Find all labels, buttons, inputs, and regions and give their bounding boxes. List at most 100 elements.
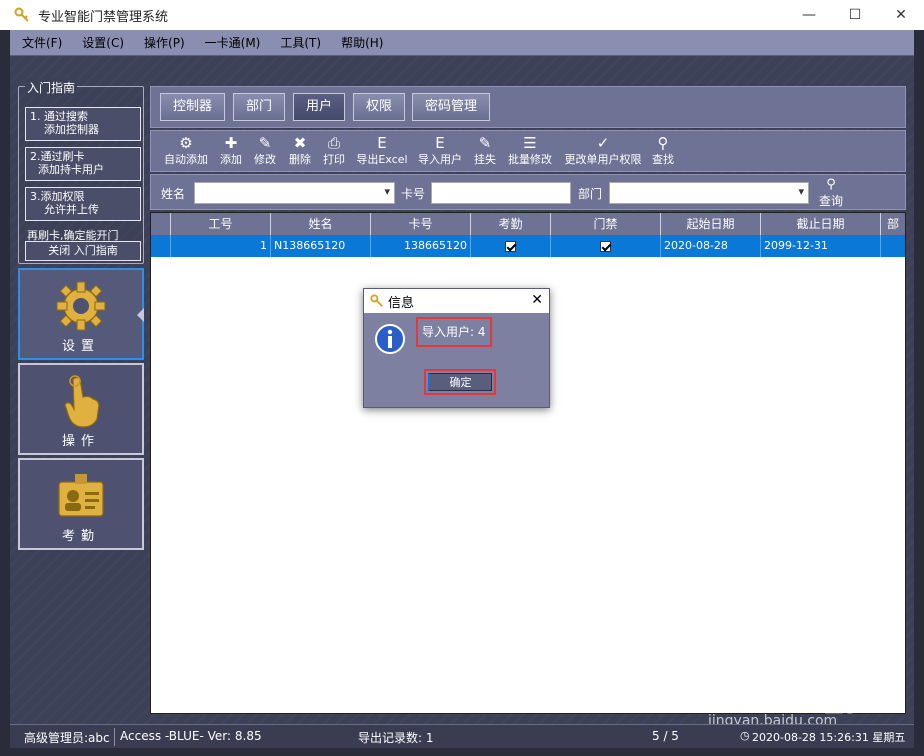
row-header-corner — [151, 213, 171, 235]
printer-icon: ⎙ — [327, 134, 340, 152]
guide-step-add-permission[interactable]: 3.添加权限 允许并上传 — [25, 187, 141, 221]
export-excel-button[interactable]: E 导出Excel — [354, 133, 410, 171]
dept-filter-select[interactable] — [609, 182, 809, 204]
tab-departments[interactable]: 部门 — [233, 93, 285, 121]
delete-button[interactable]: ✖ 删除 — [284, 133, 316, 171]
column-header-end-date[interactable]: 截止日期 — [761, 213, 881, 235]
cell-start-date: 2020-08-28 — [661, 235, 761, 257]
toolbar-label: 挂失 — [474, 153, 496, 166]
column-header-access[interactable]: 门禁 — [551, 213, 661, 235]
cell-access — [551, 235, 661, 257]
toolbar-label: 删除 — [289, 153, 311, 166]
query-button[interactable]: ⚲ 查询 — [813, 177, 849, 209]
id-card-icon — [58, 474, 104, 517]
status-user: 高级管理员:abc — [24, 731, 110, 745]
card-filter-input[interactable] — [431, 182, 571, 204]
menu-file[interactable]: 文件(F) — [10, 30, 70, 56]
cell-name: N138665120 — [271, 235, 371, 257]
print-button[interactable]: ⎙ 打印 — [318, 133, 350, 171]
report-loss-button[interactable]: ✎ 挂失 — [469, 133, 501, 171]
sidebar-settings-button[interactable]: 设置 — [18, 268, 144, 360]
column-header-name[interactable]: 姓名 — [271, 213, 371, 235]
clock-icon: ◷ — [740, 729, 750, 742]
window-frame-bottom — [0, 748, 924, 756]
name-filter-label: 姓名 — [161, 187, 186, 201]
cell-id: 1 — [171, 235, 271, 257]
column-header-card[interactable]: 卡号 — [371, 213, 471, 235]
sidebar-attendance-button[interactable]: 考勤 — [18, 458, 144, 550]
cell-end-date: 2099-12-31 — [761, 235, 881, 257]
menu-operation[interactable]: 操作(P) — [132, 30, 193, 56]
hand-pointer-icon — [64, 375, 100, 428]
status-export-count: 导出记录数: 1 — [358, 731, 434, 745]
tab-permissions[interactable]: 权限 — [353, 93, 405, 121]
info-dialog: 信息 ✕ 导入用户: 4 确定 — [363, 288, 550, 408]
guide-step-add-card-user[interactable]: 2.通过刷卡 添加持卡用户 — [25, 147, 141, 181]
close-guide-button[interactable]: 关闭 入门指南 — [25, 241, 141, 261]
auto-add-icon: ⚙ — [179, 134, 193, 152]
change-user-permission-button[interactable]: ✓ 更改单用户权限 — [561, 133, 645, 171]
sidebar-operation-button[interactable]: 操作 — [18, 363, 144, 455]
window-title: 专业智能门禁管理系统 — [38, 9, 169, 25]
cell-department — [881, 235, 905, 257]
menu-tools[interactable]: 工具(T) — [268, 30, 329, 56]
search-icon: ⚲ — [657, 134, 669, 152]
sidebar-label: 设置 — [61, 339, 100, 354]
toolbar-label: 打印 — [323, 153, 345, 166]
column-header-department[interactable]: 部 — [881, 213, 905, 235]
import-users-button[interactable]: E 导入用户 — [415, 133, 465, 171]
close-window-button[interactable]: ✕ — [878, 0, 924, 30]
batch-edit-button[interactable]: ☰ 批量修改 — [505, 133, 555, 171]
toolbar-label: 导入用户 — [418, 153, 462, 166]
cell-card: 138665120 — [371, 235, 471, 257]
cell-attendance — [471, 235, 551, 257]
guide-step-label: 添加控制器 — [44, 123, 99, 136]
table-header: 工号 姓名 卡号 考勤 门禁 起始日期 截止日期 部 — [151, 213, 905, 235]
attendance-checkbox[interactable] — [505, 240, 516, 252]
name-filter-combobox[interactable] — [194, 182, 395, 204]
ok-button[interactable]: 确定 — [428, 373, 492, 391]
guide-step-label: 3.添加权限 — [30, 190, 85, 203]
filter-bar: 姓名 卡号 部门 ⚲ 查询 — [150, 174, 906, 210]
guide-step-search-controller[interactable]: 1. 通过搜索 添加控制器 — [25, 107, 141, 141]
delete-x-icon: ✖ — [293, 134, 307, 152]
auto-add-button[interactable]: ⚙ 自动添加 — [161, 133, 211, 171]
getting-started-guide: 入门指南 1. 通过搜索 添加控制器 2.通过刷卡 添加持卡用户 3.添加权限 … — [18, 79, 144, 264]
edit-button[interactable]: ✎ 修改 — [249, 133, 281, 171]
row-selector[interactable] — [151, 235, 171, 257]
maximize-button[interactable]: ☐ — [832, 0, 878, 30]
dialog-ok-highlight: 确定 — [424, 369, 496, 395]
query-label: 查询 — [818, 194, 843, 208]
minimize-button[interactable]: — — [786, 0, 832, 30]
dept-filter-label: 部门 — [578, 187, 603, 201]
info-icon — [375, 324, 405, 354]
dialog-close-button[interactable]: ✕ — [531, 292, 543, 308]
column-header-id[interactable]: 工号 — [171, 213, 271, 235]
sidebar-label: 操作 — [61, 434, 100, 449]
column-header-attendance[interactable]: 考勤 — [471, 213, 551, 235]
guide-title: 入门指南 — [25, 79, 78, 96]
user-permission-icon: ✓ — [596, 134, 610, 152]
column-header-start-date[interactable]: 起始日期 — [661, 213, 761, 235]
tab-controllers[interactable]: 控制器 — [160, 93, 225, 121]
report-loss-icon: ✎ — [478, 134, 492, 152]
menu-help[interactable]: 帮助(H) — [329, 30, 391, 56]
pencil-icon: ✎ — [258, 134, 272, 152]
table-row[interactable]: 1 N138665120 138665120 2020-08-28 2099-1… — [151, 235, 905, 257]
tab-users[interactable]: 用户 — [293, 93, 345, 121]
dialog-title: 信息 — [388, 295, 415, 311]
sidebar-label: 考勤 — [61, 529, 100, 544]
status-bar: 高级管理员:abc Access -BLUE- Ver: 8.85 导出记录数:… — [10, 724, 914, 748]
menu-one-card[interactable]: 一卡通(M) — [193, 30, 269, 56]
add-button[interactable]: ✚ 添加 — [215, 133, 247, 171]
window-frame-right — [914, 30, 924, 756]
menu-settings[interactable]: 设置(C) — [70, 30, 132, 56]
tab-password-management[interactable]: 密码管理 — [412, 93, 490, 121]
toolbar-label: 更改单用户权限 — [564, 153, 642, 166]
find-button[interactable]: ⚲ 查找 — [649, 133, 677, 171]
toolbar-label: 修改 — [254, 153, 276, 166]
guide-step-label: 添加持卡用户 — [38, 163, 104, 176]
toolbar-label: 添加 — [220, 153, 242, 166]
menu-bar: 文件(F) 设置(C) 操作(P) 一卡通(M) 工具(T) 帮助(H) — [10, 30, 914, 56]
access-checkbox[interactable] — [600, 240, 611, 252]
